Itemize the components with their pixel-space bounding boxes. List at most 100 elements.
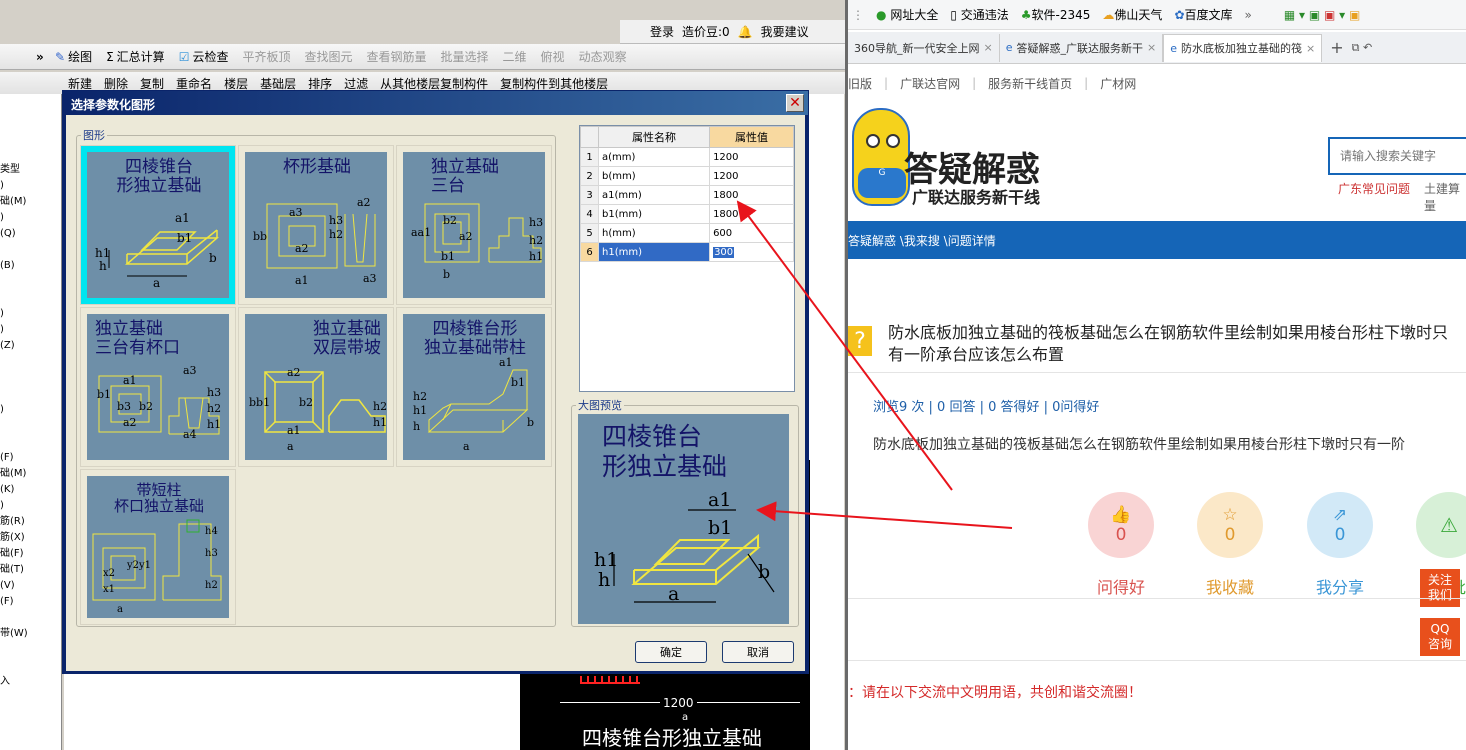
bookmark-item[interactable]: ▯ 交通违法 — [950, 6, 1008, 23]
cloud-check-button[interactable]: ☑ 云检查 — [179, 48, 229, 65]
bookmark-item[interactable]: ✿百度文库 — [1174, 6, 1232, 23]
top-view-button[interactable]: 俯视 — [541, 48, 565, 65]
share-button[interactable]: ⇗ 0 — [1307, 492, 1373, 558]
qq-consult-button[interactable]: QQ 咨询 — [1420, 618, 1460, 656]
tree-item[interactable] — [0, 370, 61, 386]
param-value[interactable]: 1200 — [709, 147, 794, 167]
tree-item[interactable]: 带(W) — [0, 626, 61, 642]
dynamic-view-button[interactable]: 动态观察 — [579, 48, 627, 65]
tree-item[interactable]: ) — [0, 178, 61, 194]
login-link[interactable]: 登录 — [650, 23, 674, 40]
close-icon[interactable]: × — [984, 41, 993, 54]
tree-item[interactable]: (F) — [0, 450, 61, 466]
param-value[interactable]: 600 — [709, 223, 794, 243]
tree-item[interactable]: ) — [0, 322, 61, 338]
filter-button[interactable]: 过滤 — [344, 75, 368, 92]
table-row[interactable]: 2 b(mm) 1200 — [580, 166, 794, 186]
batch-select-button[interactable]: 批量选择 — [441, 48, 489, 65]
tree-item[interactable]: 础(M) — [0, 466, 61, 482]
tree-item[interactable]: 入 — [0, 674, 61, 690]
tree-item[interactable]: 筋(X) — [0, 530, 61, 546]
shape-thumb-short-column-cup-footing[interactable]: 带短柱 杯口独立基础 x2 x1 y2 y1 a h4 h3 h2 — [80, 469, 236, 625]
sort-button[interactable]: 排序 — [308, 75, 332, 92]
more-bookmarks-icon[interactable]: » — [1245, 8, 1252, 22]
new-tab-icon[interactable]: + — [1322, 38, 1351, 57]
shape-thumb-three-step-cup-footing[interactable]: 独立基础 三台有杯口 a1 b1 b3 b2 a2 a3 h3 h2 h1 a4 — [80, 307, 236, 467]
draw-button[interactable]: ✎ 绘图 — [55, 48, 92, 65]
shape-thumb-frustum-footing[interactable]: 四棱锥台 形独立基础 a a1 b1 h1 h b — [80, 145, 236, 305]
tree-item[interactable] — [0, 354, 61, 370]
cancel-button[interactable]: 取消 — [722, 641, 794, 663]
breadcrumb[interactable]: 答疑解惑 \我来搜 \问题详情 — [848, 232, 996, 249]
copy-from-floor-button[interactable]: 从其他楼层复制构件 — [380, 75, 488, 92]
like-question-button[interactable]: 👍 0 — [1088, 492, 1154, 558]
browser-tab[interactable]: 360导航_新一代安全上网 × — [848, 33, 1000, 62]
bookmark-item[interactable]: ♣软件-2345 — [1021, 6, 1091, 23]
overflow-chevron-icon[interactable]: » — [36, 50, 44, 64]
new-button[interactable]: 新建 — [68, 75, 92, 92]
tree-item[interactable]: ) — [0, 402, 61, 418]
tree-item[interactable]: 类型 — [0, 162, 61, 178]
tree-item[interactable] — [0, 290, 61, 306]
shape-thumb-three-step-footing[interactable]: 独立基础 三台 aa1 b2 a2 b1 b h3 h2 h1 — [396, 145, 552, 305]
tree-item[interactable] — [0, 242, 61, 258]
tree-item[interactable]: 础(F) — [0, 546, 61, 562]
copy-button[interactable]: 复制 — [140, 75, 164, 92]
tree-item[interactable] — [0, 434, 61, 450]
rename-button[interactable]: 重命名 — [176, 75, 212, 92]
close-icon[interactable]: ✕ — [786, 94, 804, 112]
floor-select[interactable]: 基础层 — [260, 75, 296, 92]
align-slab-button[interactable]: 平齐板顶 — [242, 48, 290, 65]
param-value[interactable]: 1800 — [709, 204, 794, 224]
tree-item[interactable] — [0, 274, 61, 290]
tree-item[interactable]: (Q) — [0, 226, 61, 242]
shape-thumb-double-slope-footing[interactable]: 独立基础 双层带坡 a2 bb1 b2 a1 a h2 h1 — [238, 307, 394, 467]
bookmark-menu-dots[interactable]: ⋮ — [852, 8, 864, 22]
tab-menu-icon[interactable]: ⧉ ↶ — [1352, 41, 1373, 55]
tree-item[interactable]: (K) — [0, 482, 61, 498]
ok-button[interactable]: 确定 — [635, 641, 707, 663]
tree-item[interactable]: (B) — [0, 258, 61, 274]
close-icon[interactable]: × — [1306, 42, 1315, 55]
tree-item[interactable] — [0, 658, 61, 674]
param-value[interactable]: 1800 — [709, 185, 794, 205]
hot-link[interactable]: 土建算量 — [1424, 180, 1466, 214]
report-button[interactable]: ⚠ — [1416, 492, 1466, 558]
tree-item[interactable] — [0, 386, 61, 402]
nav-link[interactable]: 广材网 — [1100, 75, 1136, 92]
table-row[interactable]: 4 b1(mm) 1800 — [580, 204, 794, 224]
tree-item[interactable]: (V) — [0, 578, 61, 594]
bookmark-item[interactable]: ☁佛山天气 — [1102, 6, 1162, 23]
view-rebar-button[interactable]: 查看钢筋量 — [367, 48, 427, 65]
tree-item[interactable]: (Z) — [0, 338, 61, 354]
sum-calc-button[interactable]: Σ 汇总计算 — [106, 48, 165, 65]
param-value-editing[interactable]: 300 — [709, 242, 794, 262]
tree-item[interactable]: ) — [0, 306, 61, 322]
bell-icon[interactable]: 🔔 — [738, 25, 753, 39]
table-row[interactable]: 3 a1(mm) 1800 — [580, 185, 794, 205]
tree-item[interactable]: (F) — [0, 594, 61, 610]
copy-to-floor-button[interactable]: 复制构件到其他楼层 — [500, 75, 608, 92]
tree-item[interactable]: 础(T) — [0, 562, 61, 578]
nav-link[interactable]: 广联达官网 — [900, 75, 960, 92]
tree-item[interactable] — [0, 610, 61, 626]
follow-us-button[interactable]: 关注 我们 — [1420, 569, 1460, 607]
param-value[interactable]: 1200 — [709, 166, 794, 186]
tree-item[interactable]: 筋(R) — [0, 514, 61, 530]
find-element-button[interactable]: 查找图元 — [304, 48, 352, 65]
view-2d-select[interactable]: 二维 — [503, 48, 527, 65]
extensions-icons[interactable]: ▦ ▾ ▣ ▣ ▾ ▣ — [1284, 8, 1361, 22]
suggest-link[interactable]: 我要建议 — [761, 23, 809, 40]
browser-tab[interactable]: e 答疑解惑_广联达服务新干 × — [1000, 33, 1164, 62]
browser-tab-active[interactable]: e 防水底板加独立基础的筏 × — [1163, 33, 1323, 62]
table-row-selected[interactable]: 6 h1(mm) 300 — [580, 242, 794, 262]
close-icon[interactable]: × — [1147, 41, 1156, 54]
hot-link[interactable]: 广东常见问题 — [1338, 180, 1410, 197]
search-input[interactable] — [1328, 137, 1466, 175]
nav-link[interactable]: 旧版 — [848, 75, 872, 92]
tree-item[interactable] — [0, 642, 61, 658]
shape-thumb-cup-footing[interactable]: 杯形基础 bb a3 a2 a1 h3 h2 a2 a3 — [238, 145, 394, 305]
table-row[interactable]: 1 a(mm) 1200 — [580, 147, 794, 167]
tree-item[interactable]: 础(M) — [0, 194, 61, 210]
nav-link[interactable]: 服务新干线首页 — [988, 75, 1072, 92]
